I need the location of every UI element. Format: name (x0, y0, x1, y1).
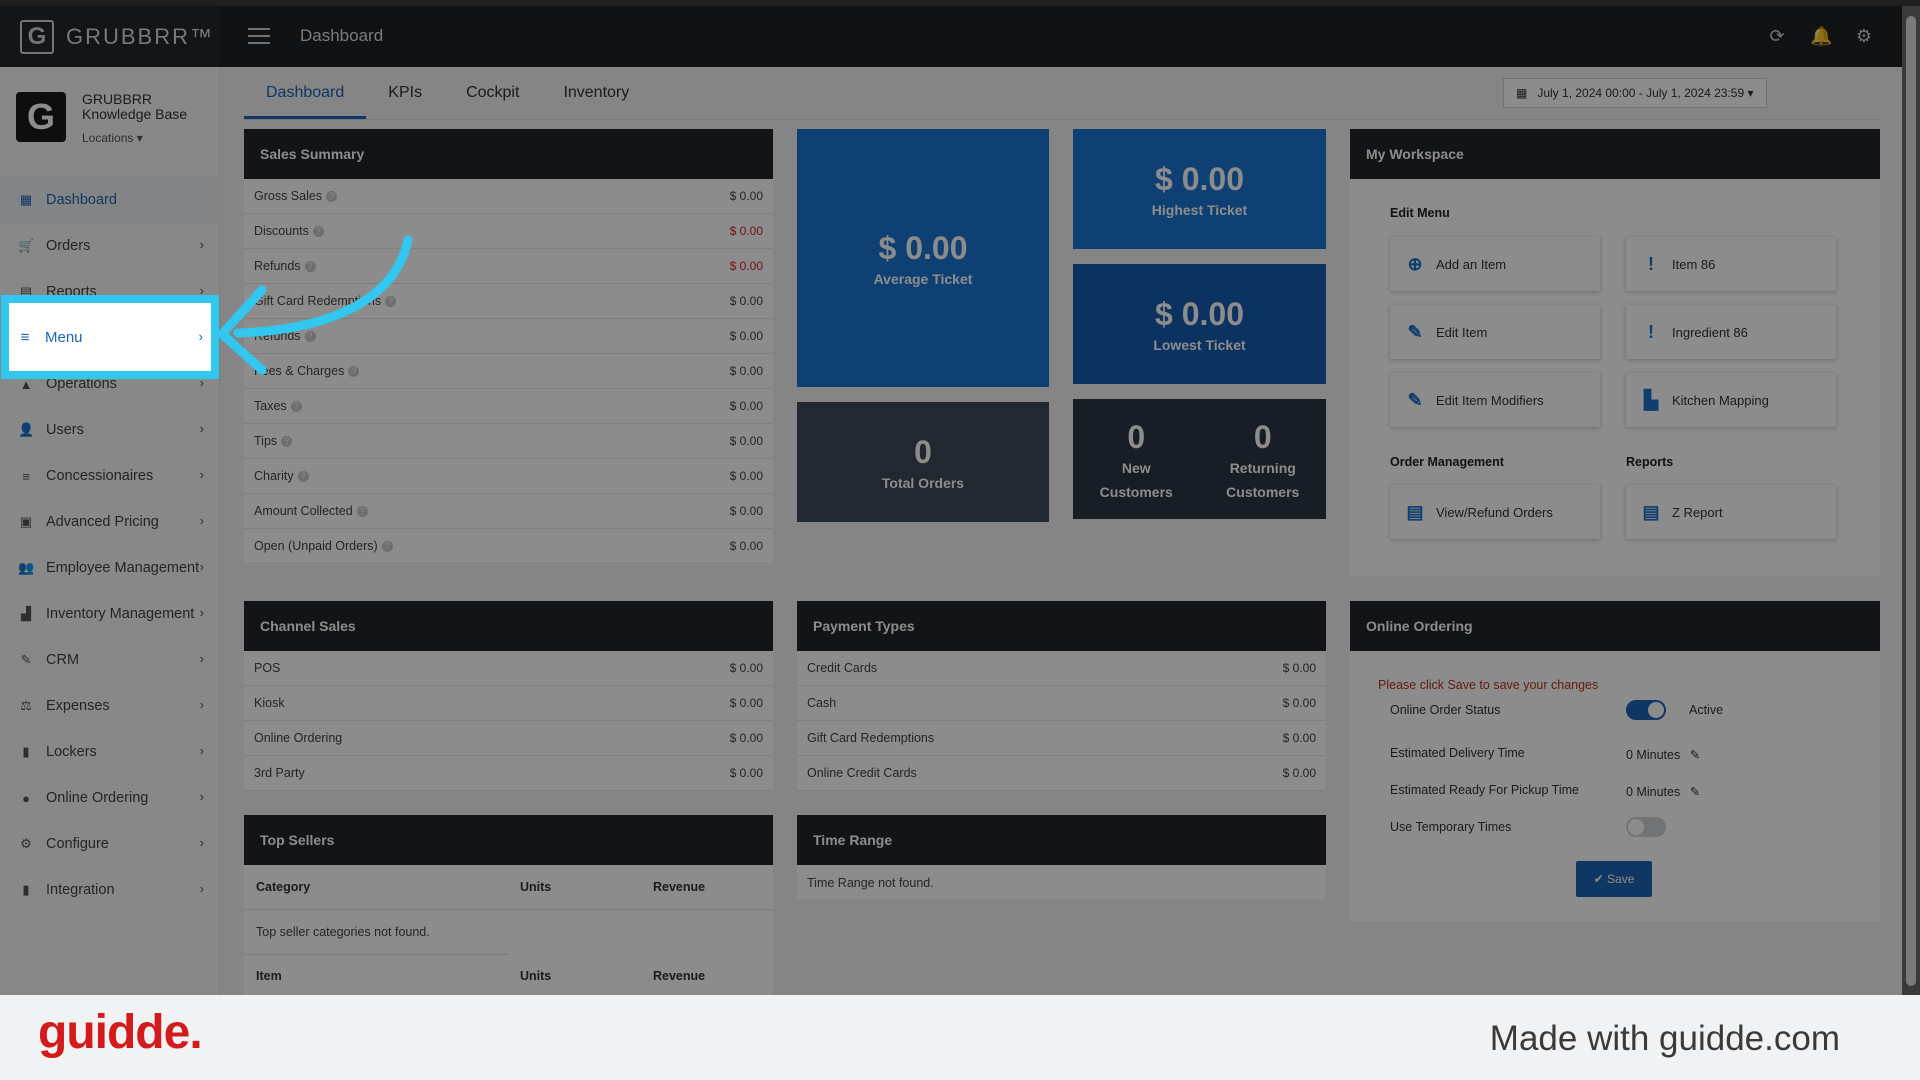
app-frame: G GRUBBRR™ Dashboard ⟳ 🔔 ⚙ G GRUBBRR Kno… (0, 0, 1920, 995)
guidde-tagline: Made with guidde.com (1489, 1019, 1840, 1058)
scrollbar[interactable] (1902, 6, 1920, 995)
tutorial-arrow (217, 235, 413, 375)
guidde-logo: guidde. (38, 1006, 203, 1059)
guidde-footer: guidde. Made with guidde.com (0, 995, 1920, 1080)
scrollbar-thumb[interactable] (1906, 16, 1916, 986)
